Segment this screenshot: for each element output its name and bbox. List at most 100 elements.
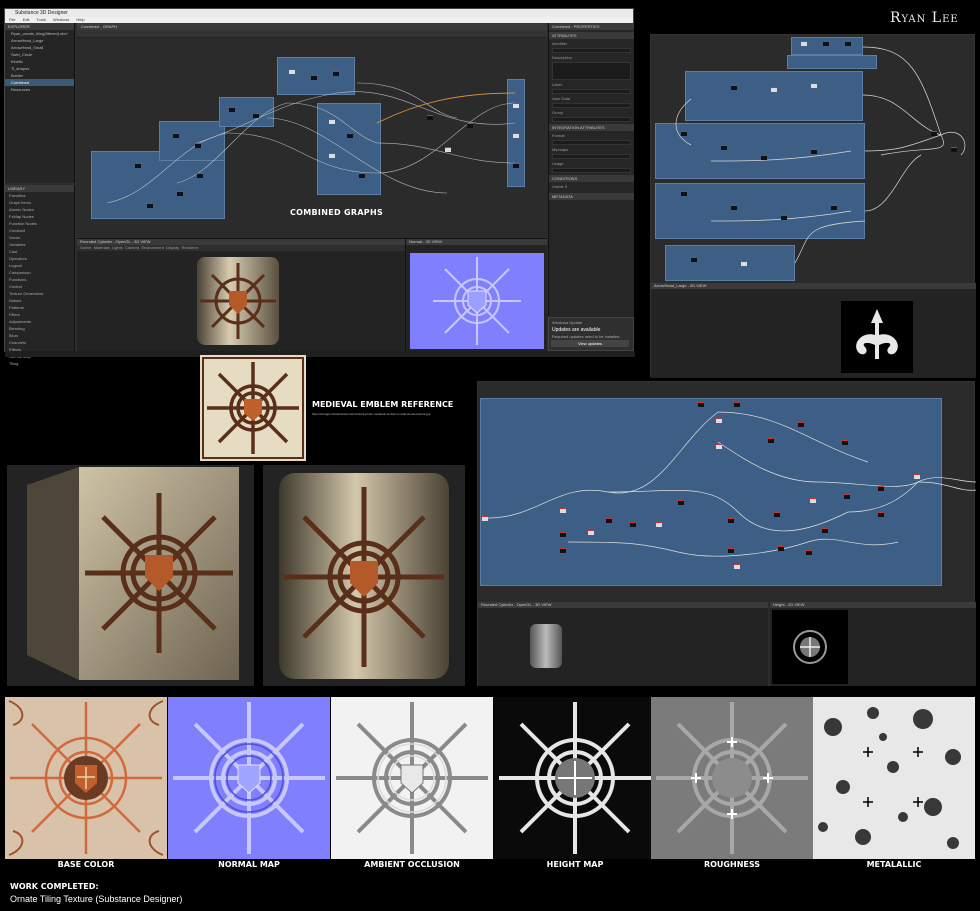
graph-node[interactable] [173,133,179,138]
group-field[interactable] [552,117,631,122]
graph-node[interactable] [811,83,817,88]
tree-item-selected[interactable]: Combined [5,79,74,86]
usage-select[interactable] [552,168,631,173]
tree-item[interactable]: Ryan_ornate_tiling(filtered).sbs* [5,30,74,37]
graph-node[interactable] [678,500,684,505]
graph-node[interactable] [801,41,807,46]
menu-environment[interactable]: Environment [141,245,163,250]
graph-node[interactable] [147,203,153,208]
graph-node[interactable] [482,516,488,521]
graph-node[interactable] [878,486,884,491]
graph-node[interactable] [681,131,687,136]
graph-node[interactable] [333,71,339,76]
graph-node[interactable] [229,107,235,112]
library-item[interactable]: Favorites [5,192,74,199]
graph-node[interactable] [728,548,734,553]
library-item[interactable]: Function Nodes [5,220,74,227]
graph-node[interactable] [774,512,780,517]
graph-node[interactable] [734,402,740,407]
library-item[interactable]: Blending [5,325,74,332]
menu-renderer[interactable]: Renderer [182,245,199,250]
menu-edit[interactable]: Edit [23,17,30,22]
graph-node[interactable] [513,163,519,168]
graph-node[interactable] [135,163,141,168]
graph-node[interactable] [253,113,259,118]
section-conditions[interactable]: CONDITIONS [549,175,634,182]
graph-node[interactable] [691,257,697,262]
graph-node[interactable] [844,494,850,499]
graph-node[interactable] [445,147,451,152]
graph-node[interactable] [560,532,566,537]
graph-node[interactable] [681,191,687,196]
graph-node[interactable] [513,133,519,138]
graph-node[interactable] [914,474,920,479]
library-item[interactable]: Constant [5,227,74,234]
height-2d-view[interactable] [770,608,976,686]
menu-file[interactable]: File [9,17,15,22]
menu-tools[interactable]: Tools [37,17,46,22]
graph-node[interactable] [831,205,837,210]
graph-node[interactable] [822,528,828,533]
reference-url[interactable]: https://images.shutterstock.com/z/stock-… [312,412,472,416]
section-integration[interactable]: INTEGRATION ATTRIBUTES [549,124,634,131]
graph-node[interactable] [781,215,787,220]
graph-node[interactable] [560,548,566,553]
graph-node[interactable] [467,123,473,128]
menu-windows[interactable]: Windows [53,17,69,22]
graph-node[interactable] [728,518,734,523]
graph-node[interactable] [811,149,817,154]
graph-node[interactable] [951,147,957,152]
graph-node[interactable] [741,261,747,266]
graph-node[interactable] [771,87,777,92]
tree-item[interactable]: Ti_shapes [5,65,74,72]
section-attributes[interactable]: ATTRIBUTES [549,32,634,39]
graph-node[interactable] [716,418,722,423]
menu-help[interactable]: Help [76,17,84,22]
tree-item[interactable]: Kinetic [5,58,74,65]
graph-node[interactable] [289,69,295,74]
graph-node[interactable] [656,522,662,527]
viewport-2d[interactable]: Normal - 2D VIEW [405,238,547,351]
menu-scene[interactable]: Scene [80,245,91,250]
viewport-3d[interactable]: Rounded Cylinder - OpenGL - 3D VIEW Scen… [77,238,405,351]
graph-node[interactable] [731,205,737,210]
library-item[interactable]: Functions [5,276,74,283]
library-item[interactable]: Operators [5,255,74,262]
library-item[interactable]: Texture Generators [5,290,74,297]
tree-item[interactable]: Swirl_Circle [5,51,74,58]
menu-camera[interactable]: Camera [125,245,139,250]
graph-node[interactable] [630,522,636,527]
library-item[interactable]: Adjustments [5,318,74,325]
library-item[interactable]: Blurs [5,332,74,339]
graph-node[interactable] [798,422,804,427]
graph-node[interactable] [768,438,774,443]
library-item[interactable]: Vector [5,234,74,241]
graph-node[interactable] [359,173,365,178]
graph-node[interactable] [197,173,203,178]
library-item[interactable]: Patterns [5,304,74,311]
graph-node[interactable] [810,498,816,503]
graph-node[interactable] [731,85,737,90]
graph-node[interactable] [778,546,784,551]
library-item[interactable]: Noises [5,297,74,304]
graph-node[interactable] [806,550,812,555]
graph-node[interactable] [878,512,884,517]
menu-materials[interactable]: Materials [94,245,110,250]
view-updates-button[interactable]: View updates [551,340,629,347]
graph-node[interactable] [311,75,317,80]
graph-node[interactable] [823,41,829,46]
menu-display[interactable]: Display [166,245,179,250]
tree-item[interactable]: Border [5,72,74,79]
graph-node[interactable] [716,444,722,449]
graph-node[interactable] [606,518,612,523]
library-item[interactable]: Atomic Nodes [5,206,74,213]
library-item[interactable]: Tiling [5,360,74,367]
graph-node[interactable] [721,145,727,150]
library-item[interactable]: Channels [5,339,74,346]
tree-item[interactable]: ArrowHead_Small [5,44,74,51]
library-item[interactable]: Control [5,283,74,290]
graph-node[interactable] [195,143,201,148]
graph-node[interactable] [761,155,767,160]
library-item[interactable]: FxMap Nodes [5,213,74,220]
graph-node[interactable] [698,402,704,407]
